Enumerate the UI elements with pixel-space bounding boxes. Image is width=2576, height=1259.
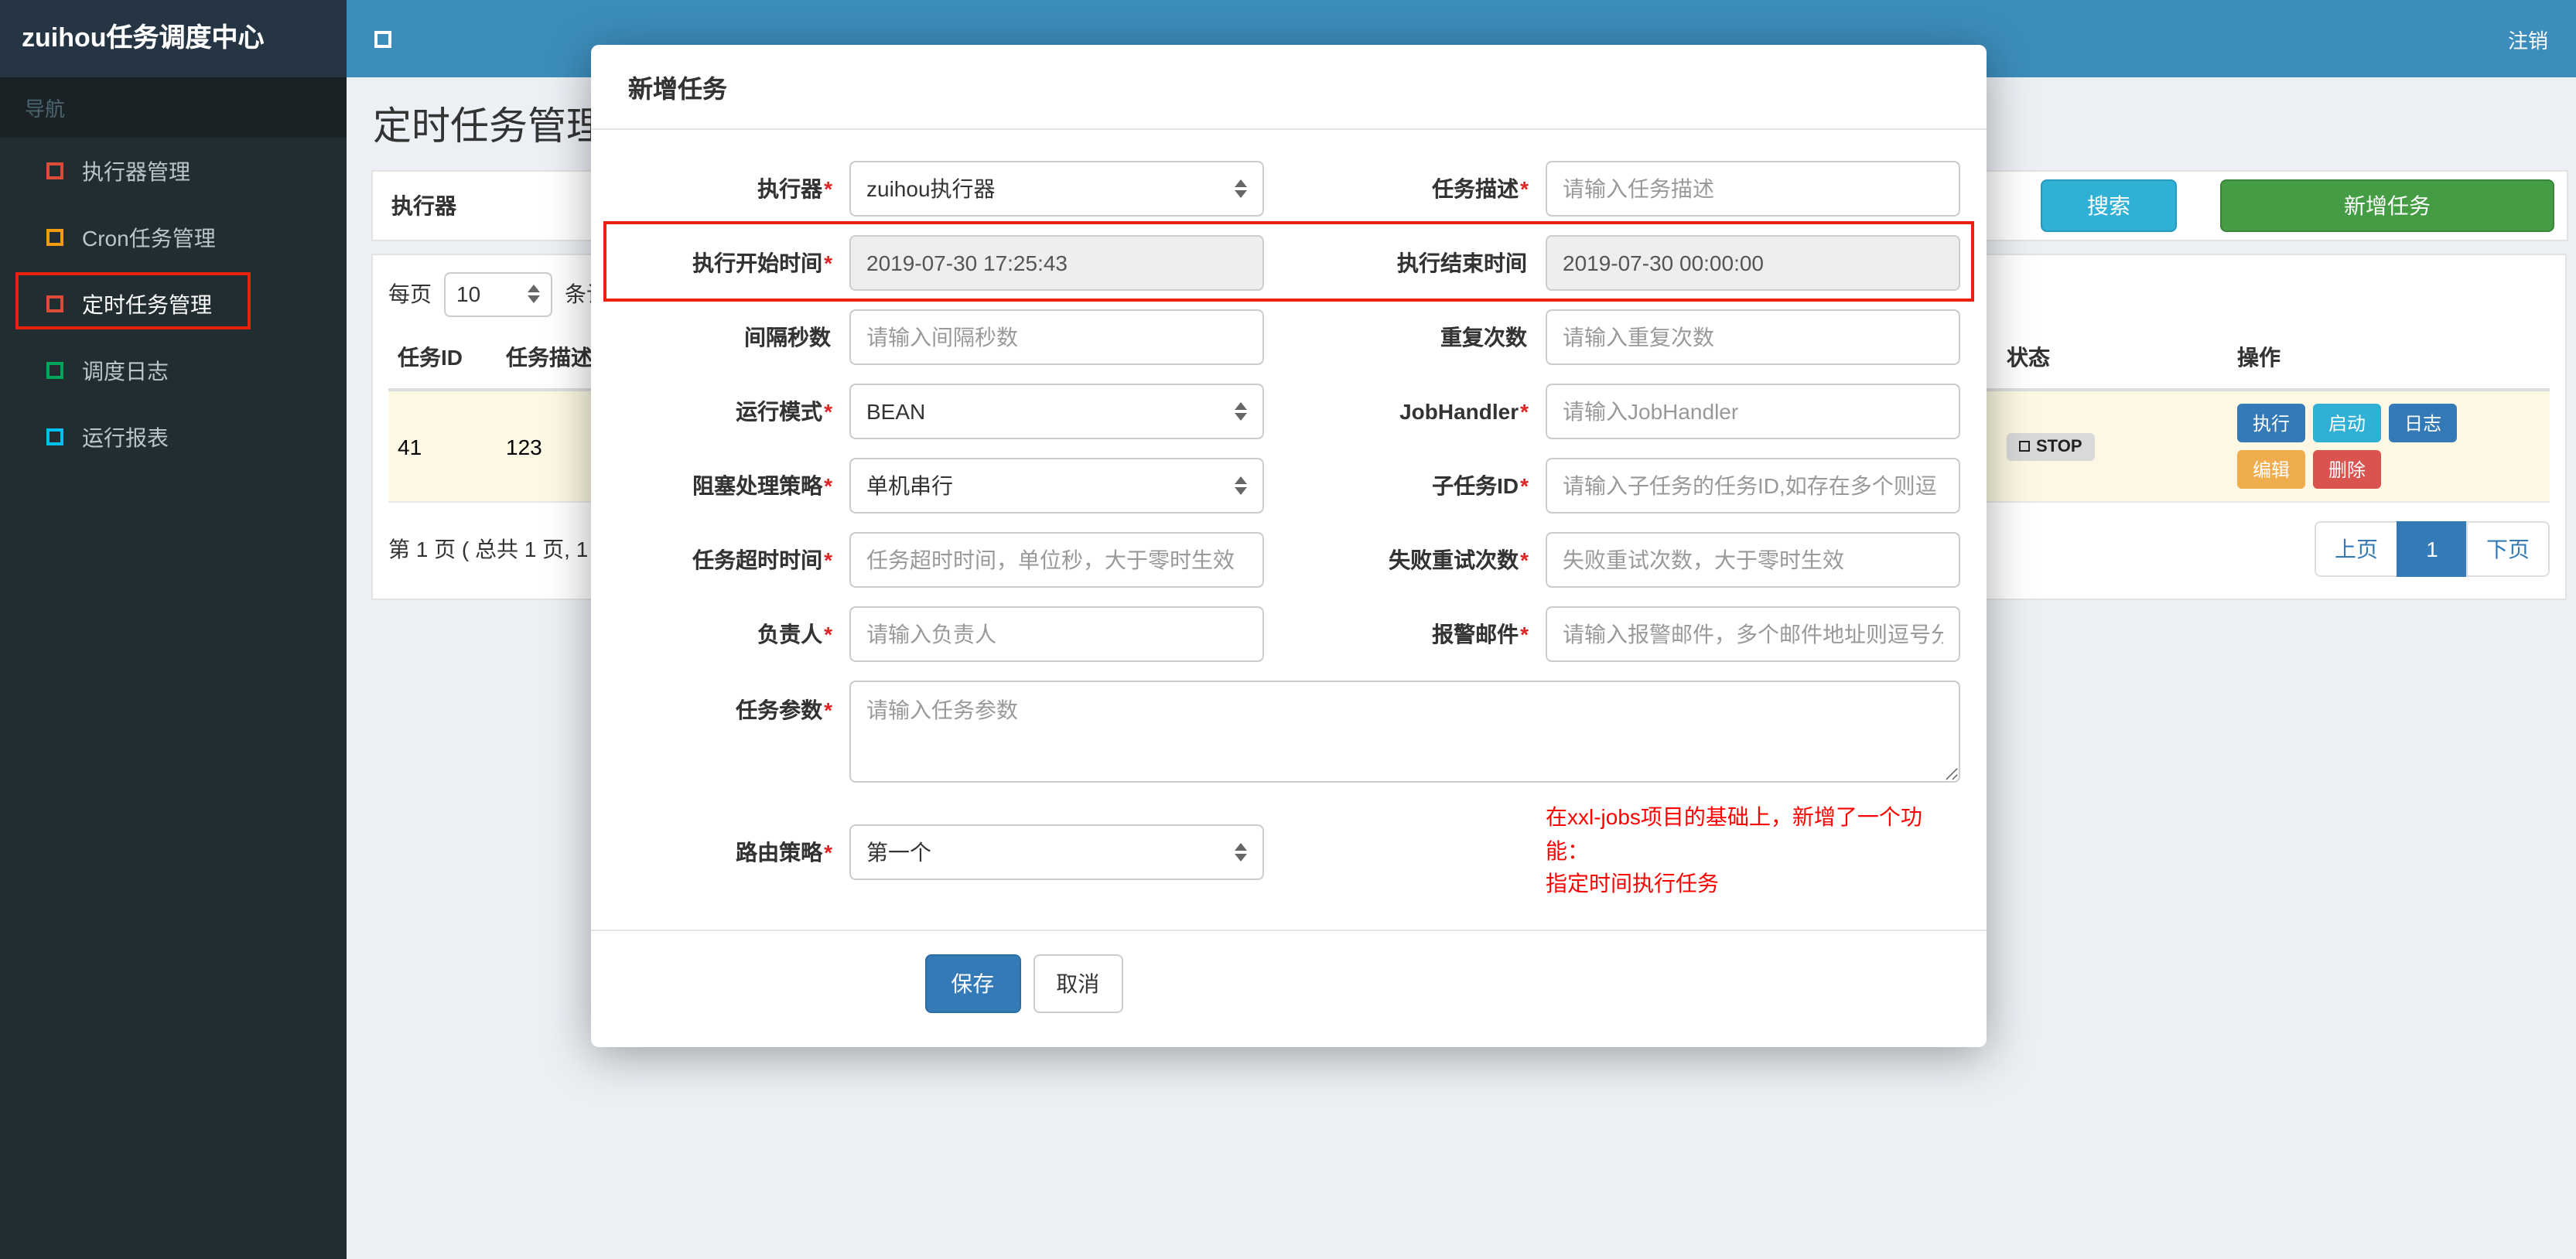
sidebar-item-label: 调度日志: [82, 358, 169, 383]
end-time-input[interactable]: [1546, 235, 1960, 291]
fail-retry-input[interactable]: [1546, 532, 1960, 588]
page-size-select[interactable]: 10: [444, 271, 552, 316]
run-mode-label: 运行模式 *: [736, 399, 832, 424]
timeout-input[interactable]: [849, 532, 1264, 588]
col-header-job-id: 任务ID: [388, 326, 497, 391]
sidebar-item-executor-manage[interactable]: 执行器管理: [0, 138, 347, 204]
row-actions: 执行 启动 日志 编辑 删除: [2237, 404, 2540, 489]
timeout-label: 任务超时时间 *: [692, 548, 832, 572]
select-arrows-icon: [1235, 476, 1247, 495]
executor-select-value: zuihou执行器: [866, 176, 996, 201]
square-icon: [46, 162, 63, 179]
route-strategy-label: 路由策略 *: [736, 839, 832, 865]
sidebar-item-cron-jobs[interactable]: Cron任务管理: [0, 204, 347, 271]
start-time-input[interactable]: [849, 235, 1264, 291]
child-job-id-input[interactable]: [1546, 458, 1960, 513]
modal-title: 新增任务: [628, 77, 728, 104]
executor-label: 执行器 *: [757, 176, 832, 201]
run-mode-select[interactable]: BEAN: [849, 384, 1264, 439]
owner-label: 负责人 *: [757, 622, 832, 647]
sidebar-menu: 执行器管理 Cron任务管理 定时任务管理 调度日志 运行报表: [0, 138, 347, 470]
executor-filter-label: 执行器: [391, 193, 456, 218]
job-params-label: 任务参数 *: [736, 698, 832, 722]
next-page-button[interactable]: 下页: [2466, 521, 2550, 577]
add-job-button[interactable]: 新增任务: [2220, 179, 2554, 232]
feature-note: 在xxl-jobs项目的基础上，新增了一个功能： 指定时间执行任务: [1546, 801, 1960, 902]
sidebar-item-label: 执行器管理: [82, 159, 190, 183]
sidebar-item-label: 运行报表: [82, 425, 169, 449]
repeat-count-input[interactable]: [1546, 309, 1960, 365]
select-arrows-icon: [1235, 842, 1247, 862]
select-arrows-icon: [528, 285, 540, 303]
app-root: zuihou任务调度中心 注销 导航 执行器管理 Cron任务管理 定时任务管理: [0, 0, 2576, 1259]
owner-input[interactable]: [849, 606, 1264, 662]
job-handler-label: JobHandler *: [1399, 399, 1529, 424]
current-page-button[interactable]: 1: [2397, 521, 2468, 577]
add-job-modal: 新增任务 执行器* zuihou执行器 任务描述* 执行开始时间* 执行结束时间…: [591, 45, 1987, 1048]
repeat-count-label: 重复次数: [1440, 325, 1527, 350]
page-size-value: 10: [456, 281, 481, 306]
sidebar-toggle[interactable]: [374, 30, 391, 47]
feature-note-line2: 指定时间执行任务: [1546, 871, 1719, 896]
block-strategy-label: 阻塞处理策略 *: [692, 473, 832, 498]
sidebar-item-label: Cron任务管理: [82, 225, 216, 250]
sidebar-item-schedule-log[interactable]: 调度日志: [0, 337, 347, 404]
logout-link[interactable]: 注销: [2508, 24, 2548, 53]
filter-actions: 搜索 新增任务: [2041, 179, 2554, 232]
route-strategy-select-value: 第一个: [866, 839, 931, 865]
job-desc-input[interactable]: [1546, 161, 1960, 217]
child-job-id-label: 子任务ID *: [1432, 473, 1529, 498]
start-time-label: 执行开始时间 *: [692, 251, 832, 275]
job-desc-label: 任务描述 *: [1432, 176, 1529, 201]
alarm-email-input[interactable]: [1546, 606, 1960, 662]
square-icon: [46, 362, 63, 379]
pager: 上页 1 下页: [2315, 521, 2550, 577]
modal-header: 新增任务: [591, 45, 1987, 130]
edit-button[interactable]: 编辑: [2237, 450, 2306, 489]
select-arrows-icon: [1235, 402, 1247, 421]
log-button[interactable]: 日志: [2389, 404, 2458, 442]
search-button[interactable]: 搜索: [2041, 179, 2177, 232]
fail-retry-label: 失败重试次数 *: [1389, 548, 1529, 572]
delete-button[interactable]: 删除: [2313, 450, 2382, 489]
end-time-label: 执行结束时间: [1397, 251, 1527, 275]
pagination-info: 第 1 页 ( 总共 1 页, 1: [388, 537, 589, 561]
feature-note-line1: 在xxl-jobs项目的基础上，新增了一个功能：: [1546, 804, 1922, 863]
col-header-actions: 操作: [2228, 326, 2550, 391]
square-icon: [46, 428, 63, 445]
run-button[interactable]: 执行: [2237, 404, 2306, 442]
square-icon: [46, 229, 63, 246]
block-strategy-select[interactable]: 单机串行: [849, 458, 1264, 513]
per-page-prefix: 每页: [388, 281, 432, 306]
status-text: STOP: [2036, 437, 2082, 456]
sidebar: 导航 执行器管理 Cron任务管理 定时任务管理 调度日志 运行报表: [0, 77, 347, 1259]
cell-job-id: 41: [388, 390, 497, 503]
job-handler-input[interactable]: [1546, 384, 1960, 439]
app-brand[interactable]: zuihou任务调度中心: [0, 0, 347, 77]
sidebar-item-label: 定时任务管理: [82, 292, 212, 316]
col-header-status: 状态: [1997, 326, 2228, 391]
route-strategy-select[interactable]: 第一个: [849, 824, 1264, 880]
save-button[interactable]: 保存: [924, 954, 1021, 1014]
stop-square-icon: [2019, 441, 2030, 452]
status-badge: STOP: [2007, 432, 2095, 461]
modal-footer: 保存 取消: [591, 930, 1987, 1019]
interval-label: 间隔秒数: [744, 325, 831, 350]
sidebar-nav-header: 导航: [0, 77, 347, 138]
sidebar-item-timed-jobs[interactable]: 定时任务管理: [0, 271, 347, 337]
executor-select[interactable]: zuihou执行器: [849, 161, 1264, 217]
prev-page-button[interactable]: 上页: [2315, 521, 2398, 577]
square-icon: [46, 295, 63, 312]
cancel-button[interactable]: 取消: [1033, 954, 1123, 1014]
start-button[interactable]: 启动: [2313, 404, 2382, 442]
sidebar-item-run-report[interactable]: 运行报表: [0, 404, 347, 470]
sidebar-toggle-icon: [374, 30, 391, 47]
select-arrows-icon: [1235, 179, 1247, 198]
alarm-email-label: 报警邮件 *: [1432, 622, 1529, 647]
modal-body: 执行器* zuihou执行器 任务描述* 执行开始时间* 执行结束时间 间隔秒数…: [591, 130, 1987, 902]
job-params-textarea[interactable]: [849, 681, 1960, 783]
block-strategy-select-value: 单机串行: [866, 473, 953, 498]
interval-input[interactable]: [849, 309, 1264, 365]
run-mode-select-value: BEAN: [866, 399, 926, 424]
